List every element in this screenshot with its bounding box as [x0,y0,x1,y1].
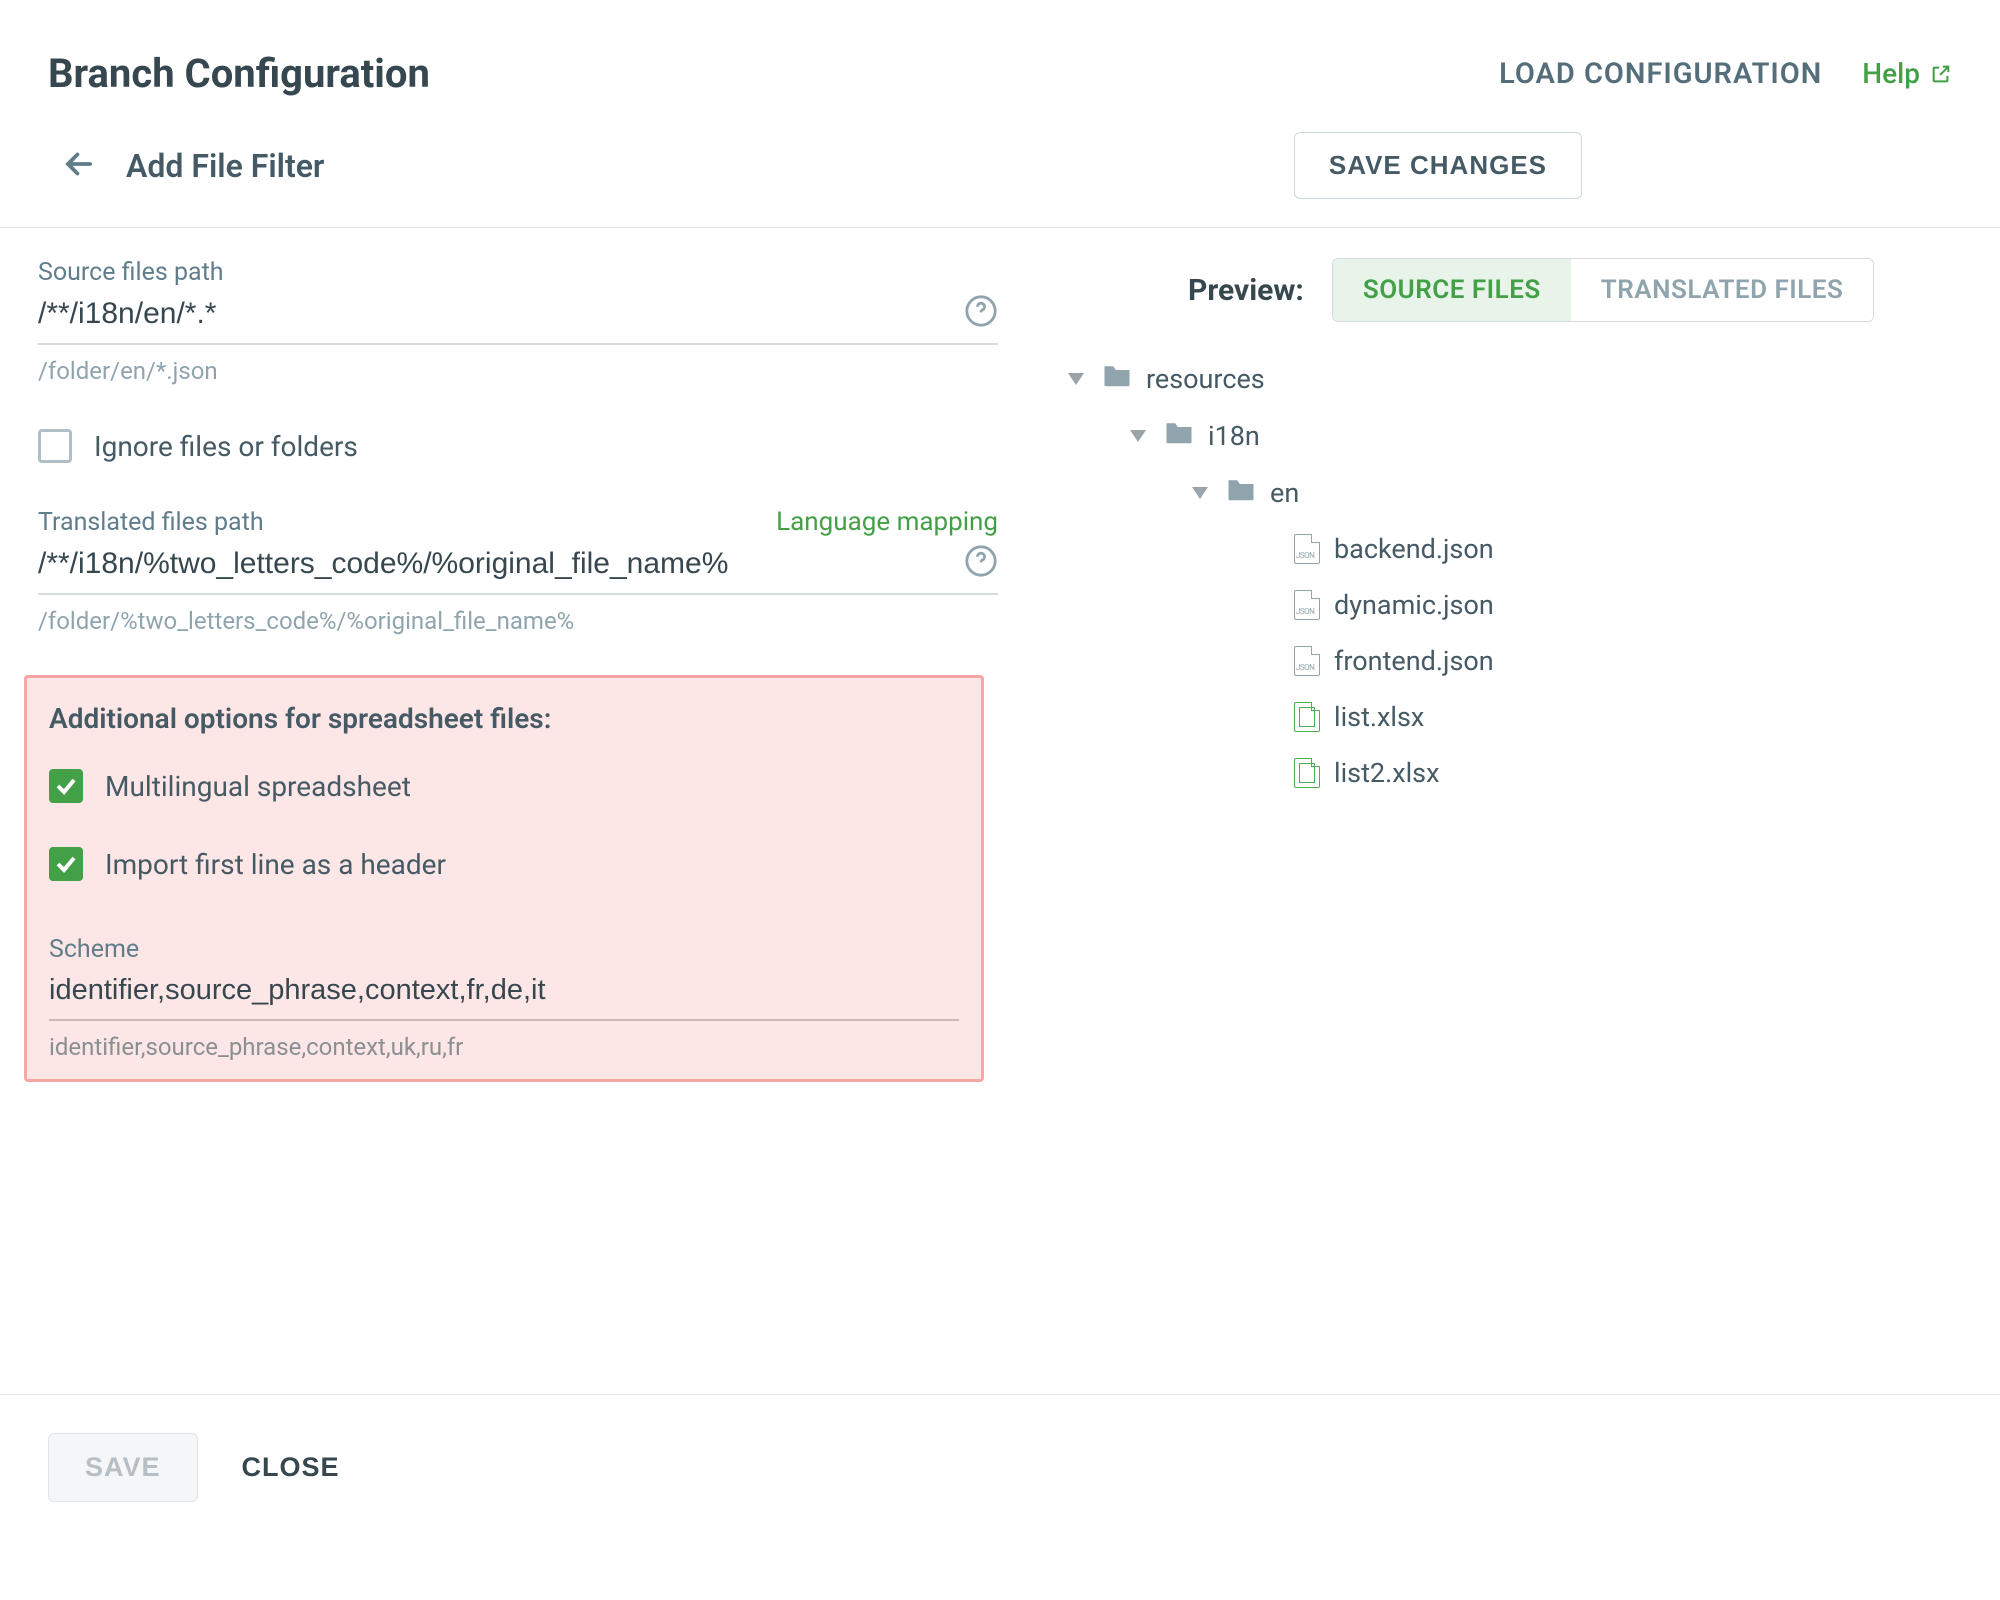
tab-translated-files[interactable]: TRANSLATED FILES [1571,259,1874,321]
tree-folder[interactable]: i18n [1058,407,1952,464]
spreadsheet-options-panel: Additional options for spreadsheet files… [24,675,984,1082]
language-mapping-link[interactable]: Language mapping [776,507,998,537]
page-title: Branch Configuration [48,50,430,97]
help-icon[interactable] [964,544,998,578]
folder-icon [1164,419,1194,452]
ignore-checkbox[interactable] [38,429,72,463]
tree-label: i18n [1208,420,1260,452]
tree-file[interactable]: dynamic.json [1058,577,1952,633]
tree-file[interactable]: list.xlsx [1058,689,1952,745]
tree-label: resources [1146,363,1265,395]
multilingual-checkbox[interactable] [49,769,83,803]
tree-folder[interactable]: resources [1058,350,1952,407]
save-button[interactable]: SAVE [48,1433,198,1502]
tree-label: dynamic.json [1334,589,1494,621]
tree-file[interactable]: backend.json [1058,521,1952,577]
scheme-hint: identifier,source_phrase,context,uk,ru,f… [49,1021,959,1061]
preview-label: Preview: [1058,273,1304,308]
tree-label: backend.json [1334,533,1494,565]
chevron-down-icon [1192,487,1208,499]
file-json-icon [1294,590,1320,620]
close-button[interactable]: CLOSE [242,1452,340,1483]
source-path-label: Source files path [38,258,998,289]
external-link-icon [1930,63,1952,85]
file-xlsx-icon [1294,702,1320,732]
tree-label: frontend.json [1334,645,1494,677]
file-json-icon [1294,646,1320,676]
source-path-hint: /folder/en/*.json [38,345,998,385]
tree-file[interactable]: list2.xlsx [1058,745,1952,801]
check-icon [54,852,78,876]
first-line-label: Import first line as a header [105,848,446,881]
tree-label: list.xlsx [1334,701,1424,733]
file-tree: resources i18n en backend.json dynamic.j… [1058,350,1952,801]
tree-file[interactable]: frontend.json [1058,633,1952,689]
spreadsheet-title: Additional options for spreadsheet files… [49,702,959,735]
translated-path-input[interactable] [38,539,964,583]
tree-folder[interactable]: en [1058,464,1952,521]
save-changes-button[interactable]: SAVE CHANGES [1294,132,1582,199]
first-line-checkbox[interactable] [49,847,83,881]
translated-path-label: Translated files path [38,508,264,539]
tree-label: list2.xlsx [1334,757,1439,789]
chevron-down-icon [1130,430,1146,442]
source-path-input[interactable] [38,289,964,333]
check-icon [54,774,78,798]
help-icon[interactable] [964,294,998,328]
file-json-icon [1294,534,1320,564]
scheme-label: Scheme [49,935,959,966]
arrow-left-icon [60,145,98,183]
tree-label: en [1270,477,1299,509]
subpage-title: Add File Filter [126,147,324,185]
translated-path-hint: /folder/%two_letters_code%/%original_fil… [38,595,998,635]
tab-source-files[interactable]: SOURCE FILES [1333,259,1571,321]
preview-tabgroup: SOURCE FILES TRANSLATED FILES [1332,258,1874,322]
help-link[interactable]: Help [1862,57,1952,90]
help-label: Help [1862,57,1920,90]
multilingual-label: Multilingual spreadsheet [105,770,411,803]
back-button[interactable] [60,145,98,187]
load-configuration-button[interactable]: LOAD CONFIGURATION [1499,57,1822,91]
folder-icon [1102,362,1132,395]
chevron-down-icon [1068,373,1084,385]
ignore-label: Ignore files or folders [94,430,358,463]
scheme-input[interactable] [49,966,959,1009]
file-xlsx-icon [1294,758,1320,788]
folder-icon [1226,476,1256,509]
